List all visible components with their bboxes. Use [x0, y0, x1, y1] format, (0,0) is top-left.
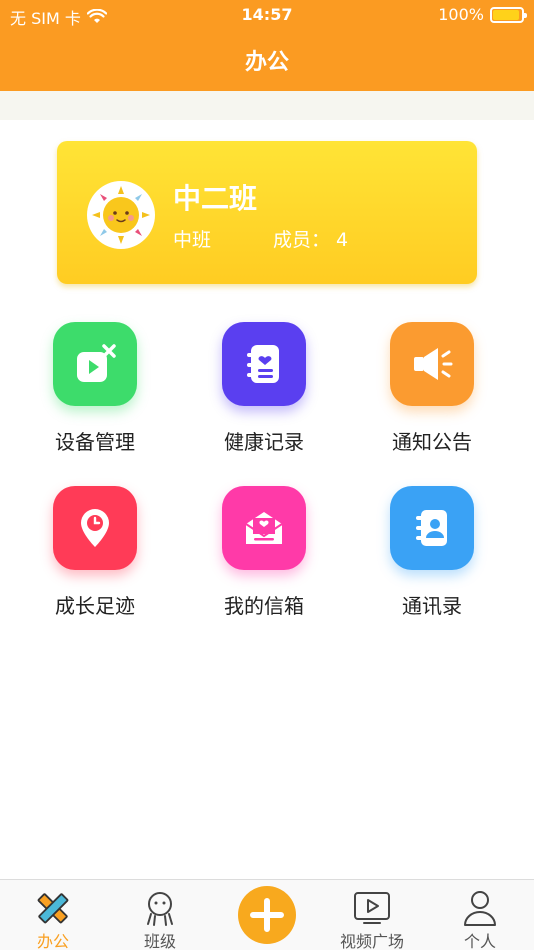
grid-label-growth: 成长足迹 [55, 594, 135, 618]
tab-video-label: 视频广场 [339, 932, 404, 950]
grid-item-contacts[interactable]: 通讯录 [362, 486, 502, 626]
location-clock-icon [81, 509, 109, 547]
grid-label-health-record: 健康记录 [224, 430, 304, 454]
grid-label-device-management: 设备管理 [55, 430, 135, 454]
class-members: 成员： 4 [273, 229, 349, 251]
contacts-icon [416, 510, 447, 546]
growth-tile[interactable] [53, 486, 137, 570]
device-management-icon [77, 344, 116, 382]
class-grade: 中班 [173, 229, 212, 251]
tab-video[interactable]: 视频广场 [322, 880, 422, 950]
class-avatar [87, 181, 155, 249]
add-button[interactable] [238, 886, 296, 944]
tab-personal-label: 个人 [463, 932, 496, 950]
tab-class[interactable]: 班级 [110, 880, 210, 950]
tab-class-label: 班级 [143, 932, 176, 950]
pencil-ruler-icon [37, 893, 69, 924]
grid-label-contacts: 通讯录 [402, 594, 462, 618]
sun-avatar-icon [92, 186, 150, 244]
class-name: 中二班 [173, 182, 258, 215]
status-bar: 无 SIM 卡 14:57 100% [0, 0, 534, 30]
health-record-icon [247, 345, 279, 383]
class-people-icon [147, 892, 173, 926]
grid-item-growth[interactable]: 成长足迹 [25, 486, 165, 626]
mailbox-icon [245, 512, 283, 544]
battery-info: 100% [438, 5, 527, 24]
grid-label-mailbox: 我的信箱 [224, 594, 304, 618]
device-management-tile[interactable] [53, 322, 137, 406]
tab-office-label: 办公 [36, 932, 69, 950]
grid-item-health-record[interactable]: 健康记录 [194, 322, 334, 462]
grid-item-notice[interactable]: 通知公告 [362, 322, 502, 462]
notice-tile[interactable] [390, 322, 474, 406]
page-title: 办公 [244, 50, 289, 75]
divider-strip [0, 91, 534, 120]
grid-item-mailbox[interactable]: 我的信箱 [194, 486, 334, 626]
contacts-tile[interactable] [390, 486, 474, 570]
tab-personal[interactable]: 个人 [430, 880, 530, 950]
add-icon [250, 898, 284, 932]
health-record-tile[interactable] [222, 322, 306, 406]
video-play-icon [354, 892, 390, 924]
grid-label-notice: 通知公告 [392, 430, 472, 454]
grid-item-device-management[interactable]: 设备管理 [25, 322, 165, 462]
mailbox-tile[interactable] [222, 486, 306, 570]
tab-office[interactable]: 办公 [3, 880, 103, 950]
person-icon [464, 891, 496, 926]
battery-icon [490, 6, 527, 23]
top-bar: 无 SIM 卡 14:57 100% 办公 [0, 0, 534, 91]
class-card[interactable]: 中二班 中班 成员： 4 [57, 141, 477, 284]
battery-percent: 100% [438, 5, 484, 24]
megaphone-icon [414, 348, 453, 380]
